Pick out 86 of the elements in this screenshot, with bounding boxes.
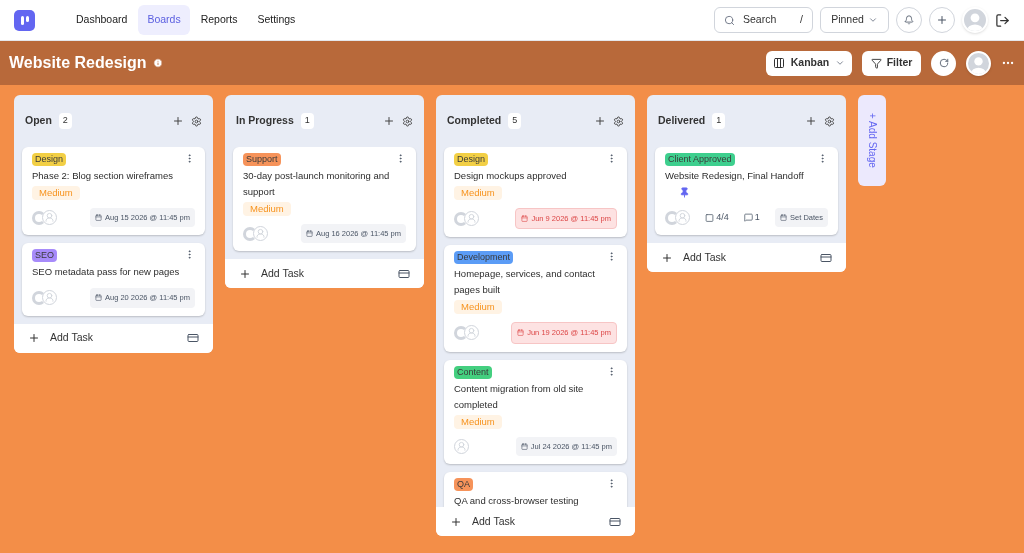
search-icon xyxy=(724,14,735,26)
tag-label: Content xyxy=(454,365,492,379)
app-logo[interactable] xyxy=(14,9,35,31)
nav-tab[interactable]: Reports xyxy=(191,5,247,35)
priority-label: Medium xyxy=(32,186,80,200)
card-icon[interactable] xyxy=(609,515,621,528)
plus-icon xyxy=(661,251,673,264)
tag-label: Client Approved xyxy=(665,153,735,166)
settings-icon[interactable] xyxy=(191,115,202,127)
add-icon[interactable] xyxy=(383,115,395,127)
board-title: Website Redesign xyxy=(9,53,147,73)
kanban-icon xyxy=(772,57,785,69)
refresh-icon xyxy=(938,58,949,68)
card-icon[interactable] xyxy=(820,251,832,264)
calendar-icon xyxy=(517,329,525,337)
add-icon[interactable] xyxy=(594,115,606,127)
calendar-icon xyxy=(521,215,529,223)
task-count: 2 xyxy=(58,113,72,129)
shortcut-key: / xyxy=(800,12,803,28)
calendar-icon xyxy=(520,442,528,450)
comment-icon xyxy=(743,213,753,223)
plus-icon xyxy=(936,14,948,26)
task-title: Phase 2: Blog section wireframes xyxy=(32,170,173,181)
add-task-button[interactable]: Add Task xyxy=(647,243,846,273)
tag-label: QA xyxy=(454,477,473,491)
add-icon[interactable] xyxy=(805,115,817,127)
task-title: SEO metadata pass for new pages xyxy=(32,266,180,278)
plus-icon xyxy=(239,267,251,280)
stage-title: Delivered xyxy=(658,113,706,129)
nav-tab[interactable]: Settings xyxy=(248,5,305,35)
calendar-icon xyxy=(780,214,788,222)
refresh-button[interactable] xyxy=(931,50,956,76)
settings-icon[interactable] xyxy=(402,115,413,127)
card-icon[interactable] xyxy=(187,332,199,344)
task-title: 30-day post-launch monitoring and support xyxy=(243,170,390,197)
priority-label: Medium xyxy=(454,300,502,315)
tag-label: Design xyxy=(32,153,66,166)
logout-icon[interactable] xyxy=(995,12,1010,28)
add-task-button[interactable]: Add Task xyxy=(436,507,635,536)
comment-count: 1 xyxy=(754,210,760,224)
task-title: Design mockups approved xyxy=(454,170,567,181)
calendar-icon xyxy=(94,294,102,302)
priority-label: Medium xyxy=(454,414,502,429)
chevron-down-icon xyxy=(835,58,846,68)
bell-icon xyxy=(904,15,914,25)
stage-title: Open xyxy=(25,113,52,129)
task-count: 1 xyxy=(300,113,314,129)
tag-label: SEO xyxy=(32,249,57,263)
plus-icon xyxy=(450,515,462,528)
task-count: 5 xyxy=(508,113,522,129)
settings-icon[interactable] xyxy=(824,115,835,127)
calendar-icon xyxy=(94,214,102,222)
view-dropdown[interactable]: Kanban xyxy=(766,50,852,76)
checklist-icon xyxy=(705,212,715,223)
priority-label: Medium xyxy=(454,186,502,200)
nav-tab[interactable]: Boards xyxy=(138,5,190,35)
filter-button[interactable]: Filter xyxy=(862,50,921,76)
tag-label: Design xyxy=(454,153,488,166)
add-task-button[interactable]: Add Task xyxy=(14,323,213,353)
task-title: Content migration from old site completed xyxy=(454,382,584,410)
settings-icon[interactable] xyxy=(613,115,624,127)
task-title: Homepage, services, and contact pages built xyxy=(454,268,595,296)
search-field[interactable]: Search / xyxy=(714,7,813,33)
card-icon[interactable] xyxy=(398,267,410,280)
task-count: 1 xyxy=(712,113,726,129)
task-card[interactable]: QA QA and cross-browser testing xyxy=(444,471,627,507)
add-stage-button[interactable]: + Add Stage xyxy=(858,95,886,186)
stage-title: Completed xyxy=(447,113,502,129)
add-icon[interactable] xyxy=(172,115,184,127)
pinned-dropdown[interactable]: Pinned xyxy=(820,7,889,33)
calendar-icon xyxy=(305,230,313,238)
checklist-count: 4/4 xyxy=(716,210,729,224)
task-title: Website Redesign, Final Handoff xyxy=(665,170,804,181)
task-title: QA and cross-browser testing xyxy=(454,494,579,506)
priority-label: Medium xyxy=(243,202,291,216)
tag-label: Support xyxy=(243,153,281,166)
info-icon[interactable] xyxy=(152,58,163,68)
chevron-down-icon xyxy=(867,15,878,25)
search-input: Search xyxy=(743,12,788,28)
add-task-button[interactable]: Add Task xyxy=(225,259,424,289)
stage-title: In Progress xyxy=(236,113,294,129)
nav-tab[interactable]: Dashboard xyxy=(67,5,137,35)
plus-icon xyxy=(28,332,40,344)
filter-icon xyxy=(870,57,882,69)
avatar[interactable] xyxy=(966,50,991,76)
tag-label: Development xyxy=(454,251,514,265)
